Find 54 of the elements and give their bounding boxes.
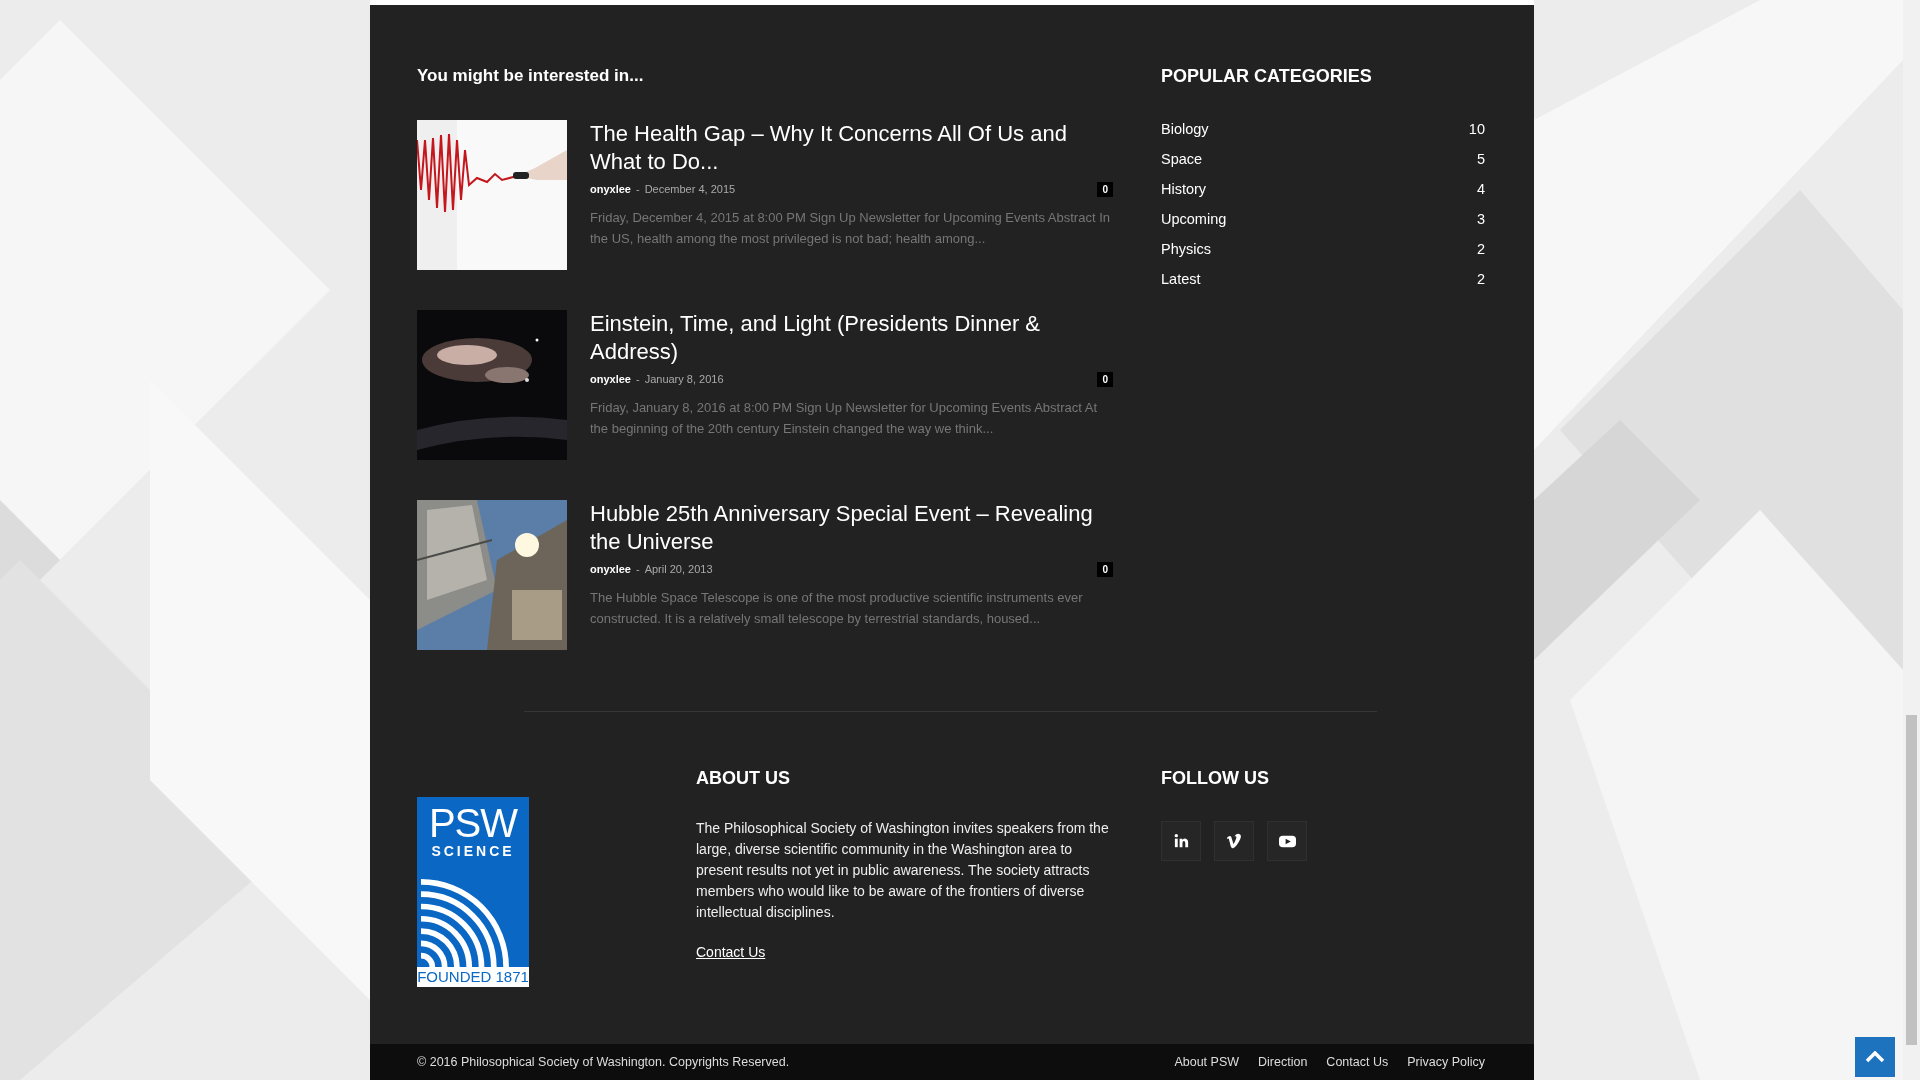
category-link[interactable]: History — [1161, 181, 1207, 197]
author-name[interactable]: onyxlee — [590, 183, 631, 195]
category-count: 5 — [1476, 151, 1485, 167]
article-excerpt: The Hubble Space Telescope is one of the most productive scientific instruments ever constructed. It is a relatively small telescope by terrestrial standards, housed... — [590, 589, 1084, 628]
section-heading: FOLLOW US — [1161, 767, 1270, 789]
post-date: January 8, 2016 — [644, 373, 724, 385]
article-excerpt: Friday, December 4, 2015 at 8:00 PM Sign Up Newsletter for Upcoming Events Abstract In the US, health among the most privileged is not bad; health among... — [590, 209, 1111, 248]
category-link[interactable]: Upcoming — [1161, 211, 1227, 227]
logo-text: PSW — [428, 803, 518, 843]
scrollbar[interactable] — [1903, 0, 1920, 1080]
logo-text: FOUNDED 1871 — [417, 967, 529, 987]
footer-link[interactable]: Contact Us — [1326, 1055, 1389, 1069]
category-link[interactable]: Space — [1161, 151, 1203, 167]
contact-link[interactable]: Contact Us — [696, 944, 766, 960]
section-heading: You might be interested in... — [417, 65, 645, 87]
section-heading: ABOUT US — [696, 767, 791, 789]
article-excerpt: Friday, January 8, 2016 at 8:00 PM Sign Up Newsletter for Upcoming Events Abstract At the beginning of the 20th century Einstein changed the way we think... — [590, 399, 1098, 438]
article-title[interactable]: Einstein, Time, and Light (Presidents Dinner & Address) — [590, 310, 1113, 366]
post-date: April 20, 2013 — [644, 563, 713, 575]
back-to-top-button[interactable] — [1855, 1037, 1895, 1077]
social-button[interactable] — [1267, 821, 1307, 861]
footer-link[interactable]: Privacy Policy — [1407, 1055, 1485, 1069]
category-count: 3 — [1476, 211, 1485, 227]
comment-count[interactable]: 0 — [1097, 181, 1113, 197]
comment-count[interactable]: 0 — [1097, 371, 1113, 387]
linkedin-icon — [1172, 832, 1190, 850]
author-name[interactable]: onyxlee — [590, 563, 631, 575]
category-link[interactable]: Biology — [1161, 121, 1209, 137]
separator: - — [635, 563, 640, 575]
chevron-up-icon — [1865, 1051, 1885, 1063]
vimeo-icon — [1225, 832, 1243, 850]
logo[interactable]: PSW SCIENCE FOUNDED 1871 — [417, 797, 529, 987]
category-link[interactable]: Physics — [1161, 241, 1211, 257]
category-count: 4 — [1476, 181, 1485, 197]
category-link[interactable]: Latest — [1161, 271, 1201, 287]
footer-link[interactable]: Direction — [1258, 1055, 1308, 1069]
copyright-text: © 2016 Philosophical Society of Washington. Copyrights Reserved. — [417, 1055, 790, 1069]
about-text: The Philosophical Society of Washington invites speakers from the large, diverse scientific community in the Washington area to present results not yet in public awareness. The society attracts members who would like to be aware of the frontiers of diverse intellectual disciplines. — [696, 819, 1110, 922]
footer-link[interactable]: About PSW — [1174, 1055, 1240, 1069]
logo-text: SCIENCE — [431, 843, 515, 859]
separator: - — [635, 183, 640, 195]
article-title[interactable]: The Health Gap – Why It Concerns All Of Us and What to Do... — [590, 120, 1113, 176]
social-button[interactable] — [1214, 821, 1254, 861]
category-count: 10 — [1468, 121, 1485, 137]
article-title[interactable]: Hubble 25th Anniversary Special Event – Revealing the Universe — [590, 500, 1113, 556]
category-count: 2 — [1476, 241, 1485, 257]
social-button[interactable] — [1161, 821, 1201, 861]
section-heading: POPULAR CATEGORIES — [1161, 65, 1373, 87]
comment-count[interactable]: 0 — [1097, 561, 1113, 577]
category-count: 2 — [1476, 271, 1485, 287]
scrollbar-thumb[interactable] — [1906, 715, 1917, 1045]
author-name[interactable]: onyxlee — [590, 373, 631, 385]
post-date: December 4, 2015 — [644, 183, 736, 195]
separator: - — [635, 373, 640, 385]
